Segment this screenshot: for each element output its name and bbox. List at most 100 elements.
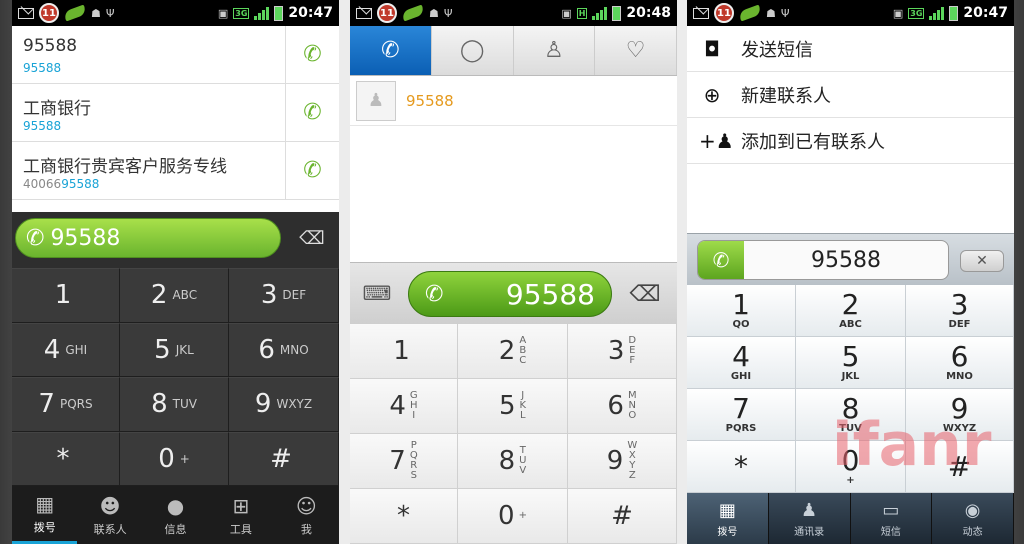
dial-key[interactable]: 9WXYZ [906, 389, 1014, 441]
vibrate-icon: ▣ [561, 6, 572, 20]
tab-feed[interactable]: ◉ 动态 [932, 493, 1014, 544]
mail-icon [18, 7, 34, 19]
tab-me[interactable]: ☺ 我 [274, 486, 339, 544]
dial-input[interactable]: ✆ 95588 [15, 218, 281, 258]
tab-dial[interactable]: ▦ 拨号 [12, 486, 78, 544]
dialpad: 1 2 A B C 3 D E F 4 G H I 5 J K L 6 M N O 7 P Q R S 8 T U V 9 W X Y Z * 0 + # [350, 324, 677, 544]
menu-item-new-contact[interactable]: ⊕ 新建联系人 [687, 72, 1014, 118]
dial-key[interactable]: 8TUV [120, 377, 229, 432]
chat-bubble-icon: ◯ [459, 38, 485, 63]
person-icon: ♟ [801, 499, 818, 521]
dial-input[interactable]: ✆ 95588 [408, 271, 612, 317]
action-menu: ◘ 发送短信 ⊕ 新建联系人 +♟ 添加到已有联系人 [687, 26, 1014, 166]
backspace-icon[interactable]: ⌫ [297, 228, 327, 249]
clock: 20:47 [288, 5, 333, 21]
tab-tools[interactable]: ⊞ 工具 [208, 486, 273, 544]
tab-messages[interactable]: ● 信息 [143, 486, 208, 544]
top-tab-bar: ✆ ◯ ♙ ♡ [350, 26, 677, 76]
network-type: 3G [233, 7, 250, 19]
mail-icon [693, 7, 709, 19]
dial-key[interactable]: 1 QO [687, 285, 796, 337]
android-icon: ☗ [91, 6, 101, 20]
network-type: 3G [908, 7, 925, 19]
person-icon: ☻ [99, 493, 121, 518]
dial-number: 95588 [505, 277, 595, 311]
android-icon: ☗ [429, 6, 439, 20]
tab-sms[interactable]: ▭ 短信 [851, 493, 933, 544]
menu-item-add-to-existing[interactable]: +♟ 添加到已有联系人 [687, 118, 1014, 164]
usb-icon: Ψ [443, 6, 453, 20]
dial-key[interactable]: 2ABC [120, 268, 229, 323]
dial-number: 95588 [811, 247, 881, 273]
contact-name: 工商银行 [23, 99, 91, 119]
dial-key[interactable]: * [12, 431, 120, 486]
usb-icon: Ψ [780, 6, 790, 20]
dial-key[interactable]: 0 + [120, 431, 229, 486]
call-icon[interactable]: ✆ [285, 26, 339, 83]
dialpad-area: ✆ 95588 ⌫ 1 2 ABC 3 DEF 4 GHI 5 JKL 6 MNO 7 PQ… [12, 212, 339, 544]
backspace-icon[interactable]: ⌫ [625, 281, 665, 307]
list-item[interactable]: 工商银行 95588 ✆ [12, 84, 339, 142]
avatar: ♟ [356, 80, 396, 121]
dial-key[interactable]: 9WXYZ [568, 434, 677, 489]
contact-results: 95588 95588 ✆ 工商银行 95588 ✆ 工商银行贵宾客户服务专线 … [12, 26, 339, 212]
call-icon[interactable]: ✆ [285, 142, 339, 199]
dial-key[interactable]: 8TUV [458, 434, 568, 489]
dial-key[interactable]: 5JKL [120, 322, 229, 377]
dial-key[interactable]: 2ABC [796, 285, 906, 337]
dial-key[interactable]: 1 [12, 268, 120, 323]
dial-key[interactable]: 0 + [796, 441, 906, 493]
list-item[interactable]: ♟ 95588 [350, 76, 677, 126]
dial-key[interactable]: 3DEF [568, 324, 677, 379]
menu-item-send-sms[interactable]: ◘ 发送短信 [687, 26, 1014, 72]
dial-key[interactable]: 7PQRS [687, 389, 796, 441]
keyboard-icon[interactable]: ⌨ [360, 279, 394, 307]
phone-icon: ✆ [425, 281, 444, 307]
dial-key[interactable]: 8TUV [796, 389, 906, 441]
dial-key[interactable]: 4GHI [687, 337, 796, 389]
add-circle-icon: ⊕ [703, 82, 721, 107]
tab-messages[interactable]: ◯ [432, 26, 514, 75]
dial-key[interactable]: # [906, 441, 1014, 493]
tab-contacts[interactable]: ☻ 联系人 [77, 486, 142, 544]
call-icon[interactable]: ✆ [698, 241, 744, 279]
dial-key[interactable]: 5JKL [458, 379, 568, 434]
dial-key[interactable]: 1 [350, 324, 458, 379]
dial-input[interactable]: ✆ 95588 [697, 240, 949, 280]
dial-key[interactable]: * [350, 489, 458, 544]
dial-key[interactable]: 4GHI [350, 379, 458, 434]
vibrate-icon: ▣ [217, 6, 229, 20]
dial-key[interactable]: 3DEF [229, 268, 339, 323]
status-bar: 11 ☗ Ψ ▣ 3G 20:47 [687, 0, 1014, 26]
dial-key[interactable]: 4GHI [12, 322, 120, 377]
dial-key[interactable]: 7PQRS [350, 434, 458, 489]
dialer-screen-3: 11 ☗ Ψ ▣ 3G 20:47 ◘ 发送短信 ⊕ 新建联系人 +♟ 添加到已… [687, 0, 1014, 544]
dial-key[interactable]: 6MNO [906, 337, 1014, 389]
backspace-icon[interactable]: ✕ [960, 250, 1004, 272]
pea-icon [737, 4, 763, 22]
dial-key[interactable]: 5JKL [796, 337, 906, 389]
pea-icon [400, 4, 426, 22]
dial-key[interactable]: 6MNO [568, 379, 677, 434]
list-item[interactable]: 工商银行贵宾客户服务专线 4006695588 ✆ [12, 142, 339, 200]
dial-key[interactable]: 9WXYZ [229, 377, 339, 432]
contact-name: 95588 [23, 36, 78, 56]
call-icon[interactable]: ✆ [285, 84, 339, 141]
tab-contacts[interactable]: ♟ 通讯录 [769, 493, 851, 544]
dial-key[interactable]: 6MNO [229, 322, 339, 377]
contact-number: 4006695588 [23, 177, 100, 191]
tab-favorites[interactable]: ♡ [595, 26, 677, 75]
dial-key[interactable]: 3DEF [906, 285, 1014, 337]
dial-key[interactable]: 0 + [458, 489, 568, 544]
dial-key[interactable]: # [229, 431, 339, 486]
dial-key[interactable]: 2ABC [458, 324, 568, 379]
heart-icon: ♡ [625, 38, 646, 63]
tab-contacts[interactable]: ♙ [514, 26, 596, 75]
dial-key[interactable]: # [568, 489, 677, 544]
dial-key[interactable]: 7PQRS [12, 377, 120, 432]
dial-key[interactable]: * [687, 441, 796, 493]
sms-icon: ◘ [704, 36, 720, 61]
tab-dial[interactable]: ▦ 拨号 [687, 493, 769, 544]
tab-phone[interactable]: ✆ [350, 26, 432, 75]
list-item[interactable]: 95588 95588 ✆ [12, 26, 339, 84]
